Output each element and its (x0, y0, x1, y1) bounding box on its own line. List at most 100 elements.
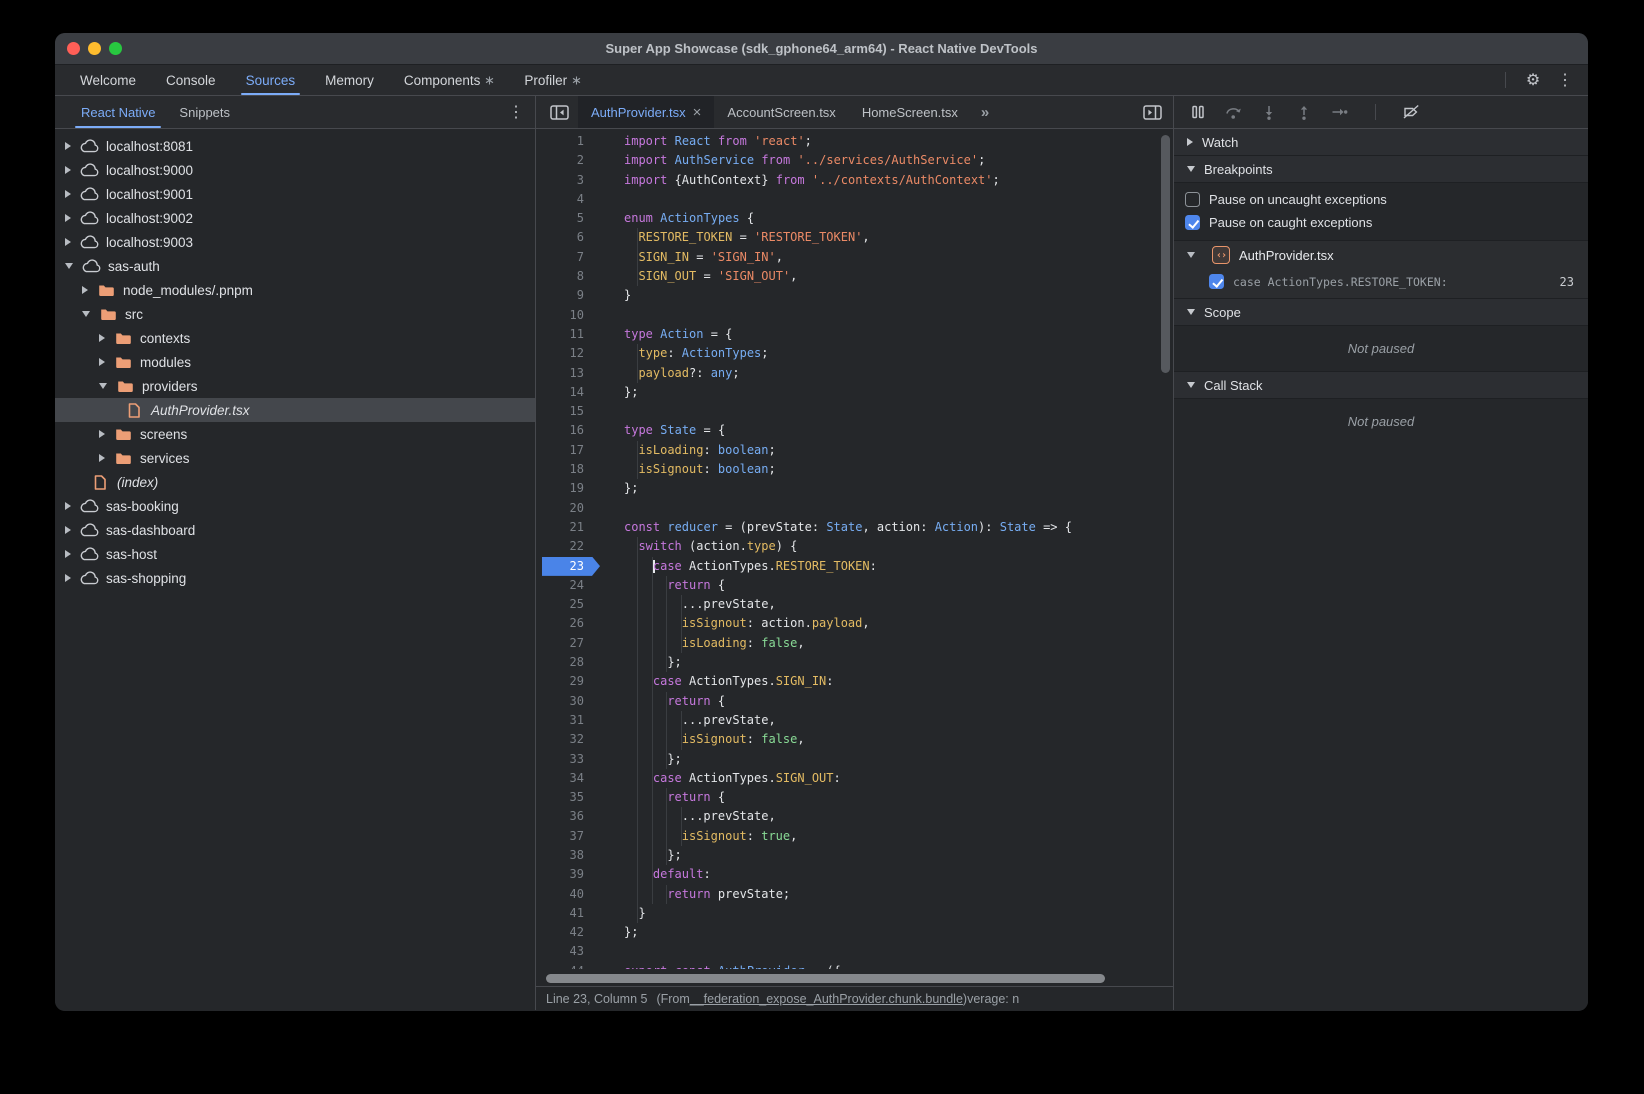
tree-item-localhost-9002[interactable]: localhost:9002 (55, 206, 535, 230)
line-number[interactable]: 7 (536, 248, 600, 267)
code-line-28[interactable]: 28}; (536, 653, 1173, 672)
tab-components[interactable]: Components (389, 65, 510, 95)
line-number[interactable]: 9 (536, 286, 600, 305)
line-number[interactable]: 38 (536, 846, 600, 865)
line-number[interactable]: 37 (536, 827, 600, 846)
code-line-text[interactable]: type Action = { (600, 325, 732, 344)
settings-gear-icon[interactable]: ⚙ (1520, 67, 1546, 93)
step-out-icon[interactable] (1296, 104, 1312, 120)
code-line-text[interactable]: isLoading: false, (600, 634, 805, 653)
code-line-32[interactable]: 32isSignout: false, (536, 730, 1173, 749)
call-stack-section-header[interactable]: Call Stack (1174, 372, 1588, 399)
code-line-text[interactable]: import React from 'react'; (600, 132, 812, 151)
code-line-text[interactable]: ...prevState, (600, 711, 776, 730)
line-number[interactable]: 32 (536, 730, 600, 749)
navigator-tab-snippets[interactable]: Snippets (167, 96, 242, 128)
line-number[interactable]: 30 (536, 692, 600, 711)
tree-item-sas-auth[interactable]: sas-auth (55, 254, 535, 278)
code-line-text[interactable]: }; (600, 383, 638, 402)
tree-item-sas-shopping[interactable]: sas-shopping (55, 566, 535, 590)
chevron-expanded-icon[interactable] (99, 383, 107, 389)
code-line-text[interactable] (600, 190, 624, 209)
checkbox-checked[interactable] (1185, 215, 1200, 230)
code-line-text[interactable] (600, 306, 624, 325)
tree-item-localhost-9000[interactable]: localhost:9000 (55, 158, 535, 182)
code-line-18[interactable]: 18isSignout: boolean; (536, 460, 1173, 479)
code-line-text[interactable]: isSignout: false, (600, 730, 805, 749)
chevron-collapsed-icon[interactable] (65, 526, 71, 534)
code-line-10[interactable]: 10 (536, 306, 1173, 325)
code-line-text[interactable]: } (600, 286, 631, 305)
code-line-text[interactable]: isSignout: action.payload, (600, 614, 870, 633)
line-number[interactable]: 16 (536, 421, 600, 440)
code-line-text[interactable] (600, 499, 624, 518)
tab-welcome[interactable]: Welcome (65, 65, 151, 95)
code-line-5[interactable]: 5enum ActionTypes { (536, 209, 1173, 228)
watch-section-header[interactable]: Watch (1174, 129, 1588, 156)
code-editor[interactable]: 1import React from 'react';2import AuthS… (536, 129, 1173, 986)
code-line-42[interactable]: 42}; (536, 923, 1173, 942)
tab-profiler[interactable]: Profiler (509, 65, 596, 95)
chevron-collapsed-icon[interactable] (99, 430, 105, 438)
code-line-text[interactable]: ...prevState, (600, 807, 776, 826)
code-line-16[interactable]: 16type State = { (536, 421, 1173, 440)
line-number[interactable]: 14 (536, 383, 600, 402)
tree-item-sas-host[interactable]: sas-host (55, 542, 535, 566)
code-line-text[interactable]: isSignout: boolean; (600, 460, 776, 479)
chevron-collapsed-icon[interactable] (65, 190, 71, 198)
code-line-33[interactable]: 33}; (536, 750, 1173, 769)
line-number[interactable]: 35 (536, 788, 600, 807)
checkbox-checked[interactable] (1209, 274, 1224, 289)
code-line-31[interactable]: 31...prevState, (536, 711, 1173, 730)
chevron-collapsed-icon[interactable] (65, 238, 71, 246)
tree-item-localhost-8081[interactable]: localhost:8081 (55, 134, 535, 158)
code-line-37[interactable]: 37isSignout: true, (536, 827, 1173, 846)
tree-item-sas-booking[interactable]: sas-booking (55, 494, 535, 518)
line-number[interactable]: 33 (536, 750, 600, 769)
navigator-tab-react-native[interactable]: React Native (69, 96, 167, 128)
breakpoint-entry[interactable]: case ActionTypes.RESTORE_TOKEN:23 (1174, 269, 1588, 294)
chevron-collapsed-icon[interactable] (99, 454, 105, 462)
chevron-collapsed-icon[interactable] (65, 574, 71, 582)
code-line-4[interactable]: 4 (536, 190, 1173, 209)
chevron-expanded-icon[interactable] (65, 263, 73, 269)
code-line-text[interactable]: case ActionTypes.RESTORE_TOKEN: (600, 557, 877, 576)
code-line-11[interactable]: 11type Action = { (536, 325, 1173, 344)
code-line-36[interactable]: 36...prevState, (536, 807, 1173, 826)
editor-vertical-scrollbar[interactable] (1161, 135, 1170, 373)
code-line-30[interactable]: 30return { (536, 692, 1173, 711)
code-line-40[interactable]: 40return prevState; (536, 885, 1173, 904)
close-tab-icon[interactable]: × (693, 104, 702, 121)
code-line-text[interactable]: } (600, 904, 646, 923)
code-line-text[interactable]: }; (600, 479, 638, 498)
line-number[interactable]: 41 (536, 904, 600, 923)
code-line-text[interactable]: }; (600, 750, 682, 769)
line-number[interactable]: 25 (536, 595, 600, 614)
toggle-navigator-icon[interactable] (546, 99, 572, 125)
code-line-19[interactable]: 19}; (536, 479, 1173, 498)
code-line-text[interactable]: default: (600, 865, 711, 884)
chevron-collapsed-icon[interactable] (99, 358, 105, 366)
tree-item-node-modules-pnpm[interactable]: node_modules/.pnpm (55, 278, 535, 302)
code-line-text[interactable]: ...prevState, (600, 595, 776, 614)
code-line-text[interactable]: payload?: any; (600, 364, 740, 383)
breakpoint-line-marker[interactable]: 23 (536, 557, 600, 576)
code-line-text[interactable]: return prevState; (600, 885, 790, 904)
editor-tab-accountscreen-tsx[interactable]: AccountScreen.tsx (714, 96, 848, 128)
line-number[interactable]: 36 (536, 807, 600, 826)
step-icon[interactable] (1331, 104, 1348, 120)
code-line-43[interactable]: 43 (536, 942, 1173, 961)
code-line-6[interactable]: 6RESTORE_TOKEN = 'RESTORE_TOKEN', (536, 228, 1173, 247)
tree-item-src[interactable]: src (55, 302, 535, 326)
line-number[interactable]: 27 (536, 634, 600, 653)
code-line-text[interactable]: return { (600, 788, 725, 807)
line-number[interactable]: 28 (536, 653, 600, 672)
line-number[interactable]: 19 (536, 479, 600, 498)
code-line-17[interactable]: 17isLoading: boolean; (536, 441, 1173, 460)
tree-item-localhost-9003[interactable]: localhost:9003 (55, 230, 535, 254)
pause-icon[interactable] (1190, 104, 1206, 120)
code-line-21[interactable]: 21const reducer = (prevState: State, act… (536, 518, 1173, 537)
tree-item-localhost-9001[interactable]: localhost:9001 (55, 182, 535, 206)
editor-tab-authprovider-tsx[interactable]: AuthProvider.tsx× (578, 96, 714, 128)
tree-item-screens[interactable]: screens (55, 422, 535, 446)
